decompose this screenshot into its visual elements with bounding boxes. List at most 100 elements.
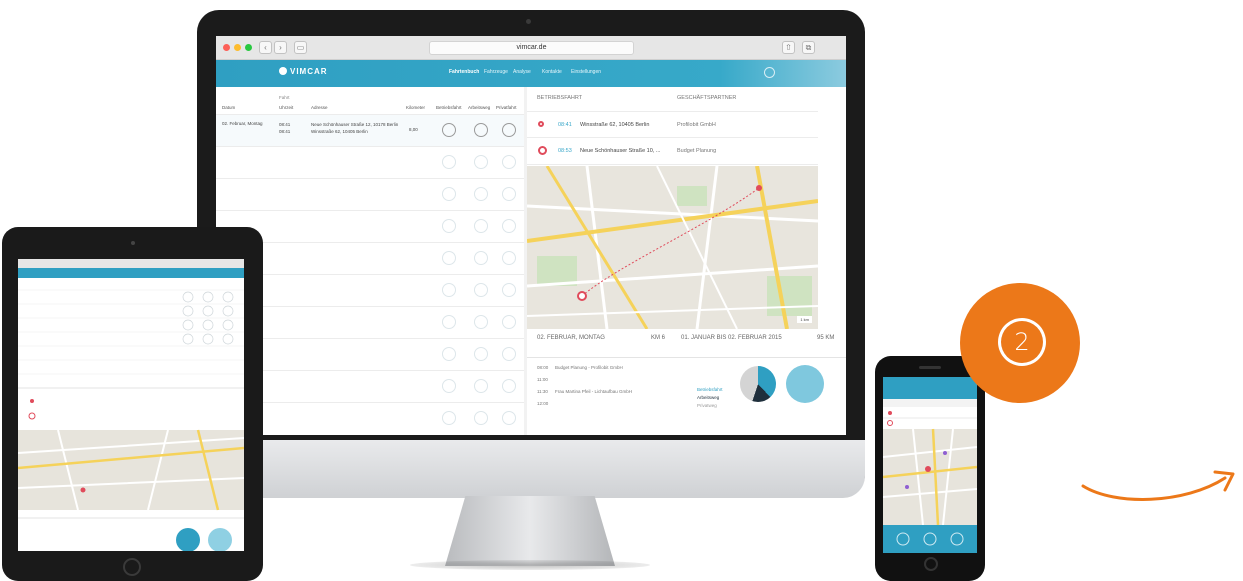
imac-screen: ‹ › ▭ vimcar.de ⇧ ⧉ VIMCAR Fahrtenbuch F… bbox=[216, 36, 846, 435]
stop-partner[interactable]: Budget Planung bbox=[677, 148, 716, 154]
commute-radio[interactable] bbox=[474, 251, 488, 265]
share-icon[interactable]: ⇧ bbox=[782, 41, 795, 54]
trip-type-pie-chart bbox=[740, 366, 776, 402]
table-row[interactable] bbox=[216, 146, 527, 178]
start-pin-icon bbox=[538, 121, 544, 127]
business-trip-heading: BETRIEBSFAHRT bbox=[537, 95, 583, 101]
commute-radio[interactable] bbox=[474, 155, 488, 169]
business-trip-radio[interactable] bbox=[442, 123, 456, 137]
entry-text[interactable]: Frau Martina Pfeil - Lichtaufbau GmbH bbox=[555, 389, 632, 394]
back-icon[interactable]: ‹ bbox=[259, 41, 272, 54]
imac-chin bbox=[197, 440, 865, 498]
minimize-window-icon[interactable] bbox=[234, 44, 241, 51]
stop-address: Winsstraße 62, 10405 Berlin bbox=[580, 122, 650, 128]
step-number: 2 bbox=[1001, 321, 1043, 363]
trip-stop-start[interactable]: 08:41 Winsstraße 62, 10405 Berlin Profil… bbox=[527, 111, 818, 138]
trip-detail-panel: BETRIEBSFAHRT GESCHÄFTSPARTNER 08:41 Win… bbox=[527, 87, 846, 435]
url-bar[interactable]: vimcar.de bbox=[429, 41, 634, 55]
commute-radio[interactable] bbox=[474, 283, 488, 297]
tabs-icon[interactable]: ⧉ bbox=[802, 41, 815, 54]
entry-time: 12:00 bbox=[537, 401, 549, 406]
commute-radio[interactable] bbox=[474, 411, 488, 425]
col-kilometer[interactable]: Kilometer bbox=[406, 105, 425, 110]
private-trip-radio[interactable] bbox=[502, 315, 516, 329]
business-trip-radio[interactable] bbox=[442, 251, 456, 265]
private-trip-radio[interactable] bbox=[502, 251, 516, 265]
business-trip-radio[interactable] bbox=[442, 379, 456, 393]
business-trip-radio[interactable] bbox=[442, 283, 456, 297]
business-trip-radio[interactable] bbox=[442, 187, 456, 201]
maximize-window-icon[interactable] bbox=[245, 44, 252, 51]
private-trip-radio[interactable] bbox=[502, 411, 516, 425]
nav-einstellungen[interactable]: Einstellungen bbox=[571, 69, 601, 75]
private-trip-radio[interactable] bbox=[502, 123, 516, 137]
trip-stop-end[interactable]: 08:53 Neue Schönhauser Straße 10, ... Bu… bbox=[527, 138, 818, 165]
col-arbeitsweg[interactable]: Arbeitsweg bbox=[468, 105, 490, 110]
business-trip-radio[interactable] bbox=[442, 155, 456, 169]
stop-partner[interactable]: Profilobit GmbH bbox=[677, 122, 716, 128]
stop-time: 08:53 bbox=[558, 148, 572, 154]
ipad-screen bbox=[18, 259, 244, 551]
forward-icon[interactable]: › bbox=[274, 41, 287, 54]
commute-radio[interactable] bbox=[474, 347, 488, 361]
summary-bubble[interactable] bbox=[786, 365, 824, 403]
destination-pin-icon bbox=[538, 146, 547, 155]
browser-toolbar: ‹ › ▭ vimcar.de ⇧ ⧉ bbox=[216, 36, 846, 60]
day-summary-km: KM 6 bbox=[651, 335, 666, 341]
legend-business: Betriebsfahrt bbox=[697, 387, 723, 392]
private-trip-radio[interactable] bbox=[502, 283, 516, 297]
app-header bbox=[18, 268, 244, 278]
browser-toolbar bbox=[18, 259, 244, 268]
row-date: 02. Februar, Montag bbox=[222, 121, 263, 126]
table-row[interactable] bbox=[216, 178, 527, 210]
private-trip-radio[interactable] bbox=[502, 379, 516, 393]
col-privatfahrt[interactable]: Privatfahrt bbox=[496, 105, 517, 110]
row-km: 8,00 bbox=[409, 127, 418, 132]
private-trip-radio[interactable] bbox=[502, 219, 516, 233]
table-row[interactable] bbox=[216, 210, 527, 242]
speaker-icon bbox=[919, 366, 941, 369]
business-trip-radio[interactable] bbox=[442, 347, 456, 361]
commute-radio[interactable] bbox=[474, 187, 488, 201]
list-subheader: Fahrt bbox=[279, 95, 290, 100]
close-window-icon[interactable] bbox=[223, 44, 230, 51]
route-map[interactable]: 1 km bbox=[527, 166, 818, 329]
sidebar-icon[interactable]: ▭ bbox=[294, 41, 307, 54]
gear-icon[interactable] bbox=[764, 67, 775, 78]
legend-commute: Arbeitsweg bbox=[697, 395, 720, 400]
col-uhrzeit[interactable]: Uhrzeit bbox=[279, 105, 293, 110]
private-trip-radio[interactable] bbox=[502, 187, 516, 201]
commute-radio[interactable] bbox=[474, 123, 488, 137]
col-datum[interactable]: Datum bbox=[222, 105, 235, 110]
day-summary-title: 02. FEBRUAR, MONTAG bbox=[537, 335, 605, 341]
nav-kontakte[interactable]: Kontakte bbox=[542, 69, 562, 75]
commute-radio[interactable] bbox=[474, 379, 488, 393]
camera-icon bbox=[131, 241, 135, 245]
table-row[interactable]: 02. Februar, Montag 08:41 08:41 Neue Schö… bbox=[216, 114, 527, 146]
row-time: 08:41 08:41 bbox=[279, 122, 291, 134]
home-button[interactable] bbox=[123, 558, 141, 576]
entry-time: 11:00 bbox=[537, 377, 548, 382]
commute-radio[interactable] bbox=[474, 219, 488, 233]
private-trip-radio[interactable] bbox=[502, 347, 516, 361]
home-button[interactable] bbox=[924, 557, 938, 571]
business-trip-radio[interactable] bbox=[442, 315, 456, 329]
nav-analyse[interactable]: Analyse bbox=[513, 69, 531, 75]
entry-text[interactable]: Budget Planung - Profilobit GmbH bbox=[555, 365, 623, 370]
nav-fahrtenbuch[interactable]: Fahrtenbuch bbox=[449, 69, 479, 75]
imac-stand bbox=[445, 496, 615, 566]
private-trip-radio[interactable] bbox=[502, 155, 516, 169]
vimcar-logo[interactable]: VIMCAR bbox=[279, 67, 328, 76]
legend-private: Privatweg bbox=[697, 403, 717, 408]
col-adresse[interactable]: Adresse bbox=[311, 105, 328, 110]
commute-radio[interactable] bbox=[474, 315, 488, 329]
range-summary-title: 01. JANUAR BIS 02. FEBRUAR 2015 bbox=[681, 335, 782, 341]
divider bbox=[527, 357, 846, 358]
business-trip-radio[interactable] bbox=[442, 219, 456, 233]
col-betriebsfahrt[interactable]: Betriebsfahrt bbox=[436, 105, 462, 110]
nav-fahrzeuge[interactable]: Fahrzeuge bbox=[484, 69, 508, 75]
business-trip-radio[interactable] bbox=[442, 411, 456, 425]
imac-shadow bbox=[410, 560, 650, 570]
range-summary-km: 95 KM bbox=[817, 335, 835, 341]
iphone-screen bbox=[883, 377, 977, 553]
